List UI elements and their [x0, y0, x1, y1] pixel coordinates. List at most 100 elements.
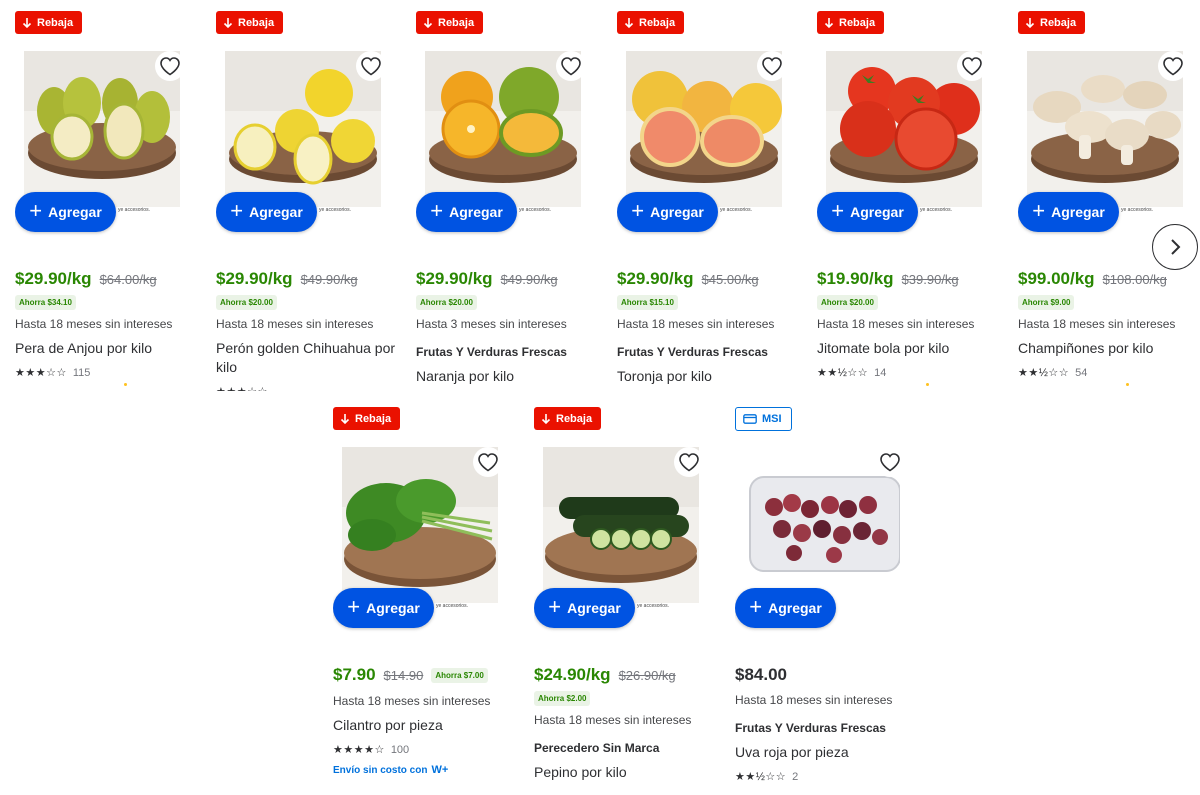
favorite-heart-icon[interactable] [674, 447, 704, 477]
product-card[interactable]: Rebaja + Agregar ye accesorios. $29.90/kg… [617, 11, 797, 391]
product-card[interactable]: Rebaja + Agregar ye accesorios. $29.90/kg… [416, 11, 596, 391]
image-disclaimer: ye accesorios. [118, 207, 150, 213]
plus-icon: + [1032, 198, 1046, 223]
arrow-down-icon [423, 17, 433, 28]
plus-icon: + [548, 594, 562, 619]
was-price: $39.90/kg [901, 272, 959, 287]
product-name[interactable]: Jitomate bola por kilo [817, 339, 997, 358]
was-price: $49.90/kg [300, 272, 358, 287]
favorite-heart-icon[interactable] [556, 51, 586, 81]
rebaja-badge: Rebaja [1018, 11, 1086, 34]
installments-text: Hasta 18 meses sin intereses [735, 693, 893, 707]
favorite-heart-icon[interactable] [155, 51, 185, 81]
plus-icon: + [29, 198, 43, 223]
image-disclaimer: ye accesorios. [519, 207, 551, 213]
savings-badge: Ahorra $9.00 [1018, 295, 1075, 310]
rebaja-badge: Rebaja [817, 11, 885, 34]
product-card[interactable]: Rebaja + Agregar ye accesorios. $29.90/kg… [216, 11, 396, 391]
stars-icon: ★★★☆☆ [15, 367, 67, 379]
image-disclaimer: ye accesorios. [637, 603, 669, 609]
sparkle-icon [1126, 383, 1129, 386]
favorite-heart-icon[interactable] [473, 447, 503, 477]
badge-label: Rebaja [639, 16, 676, 29]
plus-icon: + [430, 198, 444, 223]
image-disclaimer: ye accesorios. [720, 207, 752, 213]
was-price: $45.00/kg [701, 272, 759, 287]
rating: ★★½☆☆ 14 [817, 366, 997, 380]
add-to-cart-button[interactable]: + Agregar [617, 192, 718, 232]
rating: ★★★☆☆ 115 [15, 366, 195, 380]
product-card[interactable]: Rebaja + Agregar ye accesorios. $29.90/kg… [15, 11, 195, 391]
image-disclaimer: ye accesorios. [319, 207, 351, 213]
badge-label: Rebaja [238, 16, 275, 29]
add-to-cart-button[interactable]: + Agregar [216, 192, 317, 232]
carousel-next-button[interactable] [1152, 224, 1198, 270]
badge-label: MSI [762, 413, 782, 425]
product-name[interactable]: Pepino por kilo [534, 763, 714, 782]
current-price: $99.00/kg [1018, 269, 1095, 288]
savings-badge: Ahorra $7.00 [431, 668, 488, 683]
badge-label: Rebaja [355, 412, 392, 425]
arrow-down-icon [624, 17, 634, 28]
favorite-heart-icon[interactable] [1158, 51, 1188, 81]
plus-icon: + [749, 594, 763, 619]
free-shipping-link[interactable]: Envío sin costo con W+ [333, 764, 513, 776]
installments-text: Hasta 18 meses sin intereses [534, 713, 692, 727]
savings-badge: Ahorra $2.00 [534, 691, 591, 706]
current-price: $29.90/kg [15, 269, 92, 288]
favorite-heart-icon[interactable] [875, 447, 905, 477]
product-name[interactable]: Naranja por kilo [416, 367, 596, 386]
favorite-heart-icon[interactable] [757, 51, 787, 81]
rebaja-badge: Rebaja [15, 11, 83, 34]
add-to-cart-button[interactable]: + Agregar [735, 588, 836, 628]
savings-badge: Ahorra $20.00 [216, 295, 277, 310]
brand-name: Perecedero Sin Marca [534, 741, 660, 755]
favorite-heart-icon[interactable] [957, 51, 987, 81]
savings-badge: Ahorra $20.00 [817, 295, 878, 310]
product-name[interactable]: Champiñones por kilo [1018, 339, 1198, 358]
add-to-cart-button[interactable]: + Agregar [15, 192, 116, 232]
savings-badge: Ahorra $15.10 [617, 295, 678, 310]
product-name[interactable]: Uva roja por pieza [735, 743, 915, 762]
add-to-cart-button[interactable]: + Agregar [817, 192, 918, 232]
plus-icon: + [347, 594, 361, 619]
rebaja-badge: Rebaja [617, 11, 685, 34]
current-price: $84.00 [735, 665, 787, 684]
product-card[interactable]: Rebaja + Agregar ye accesorios. $99.00/kg… [1018, 11, 1198, 391]
sparkle-icon [926, 383, 929, 386]
product-name[interactable]: Pera de Anjou por kilo [15, 339, 195, 358]
badge-label: Rebaja [438, 16, 475, 29]
product-name[interactable]: Toronja por kilo [617, 367, 797, 386]
credit-card-icon [743, 414, 757, 424]
product-name[interactable]: Perón golden Chihuahua por kilo [216, 339, 396, 377]
was-price: $14.90 [383, 668, 424, 683]
arrow-down-icon [22, 17, 32, 28]
product-card[interactable]: Rebaja + Agregar ye accesorios. $24.90/kg… [534, 407, 714, 795]
add-to-cart-button[interactable]: + Agregar [534, 588, 635, 628]
add-to-cart-button[interactable]: + Agregar [1018, 192, 1119, 232]
product-card[interactable]: MSI + Agregar $84.00 Hasta 18 meses sin i… [735, 407, 915, 795]
plus-icon: + [631, 198, 645, 223]
add-to-cart-button[interactable]: + Agregar [416, 192, 517, 232]
review-count: 2 [792, 770, 799, 783]
stars-icon: ★★★☆☆ [216, 385, 268, 391]
badge-label: Rebaja [839, 16, 876, 29]
favorite-heart-icon[interactable] [356, 51, 386, 81]
plus-icon: + [230, 198, 244, 223]
image-disclaimer: ye accesorios. [920, 207, 952, 213]
stars-icon: ★★½☆☆ [735, 771, 787, 783]
installments-text: Hasta 18 meses sin intereses [617, 317, 775, 331]
savings-badge: Ahorra $20.00 [416, 295, 477, 310]
product-card[interactable]: Rebaja + Agregar ye accesorios. $19.90/kg… [817, 11, 997, 391]
rebaja-badge: Rebaja [534, 407, 602, 430]
product-card[interactable]: Rebaja + Agregar ye accesorios. $7.90 $14.… [333, 407, 513, 795]
rating: ★★½☆☆ 54 [1018, 366, 1198, 380]
rebaja-badge: Rebaja [333, 407, 401, 430]
badge-label: Rebaja [37, 16, 74, 29]
add-to-cart-button[interactable]: + Agregar [333, 588, 434, 628]
stars-icon: ★★½☆☆ [817, 367, 869, 379]
installments-text: Hasta 18 meses sin intereses [817, 317, 975, 331]
was-price: $49.90/kg [500, 272, 558, 287]
review-count: 54 [1075, 366, 1088, 379]
product-name[interactable]: Cilantro por pieza [333, 716, 513, 735]
